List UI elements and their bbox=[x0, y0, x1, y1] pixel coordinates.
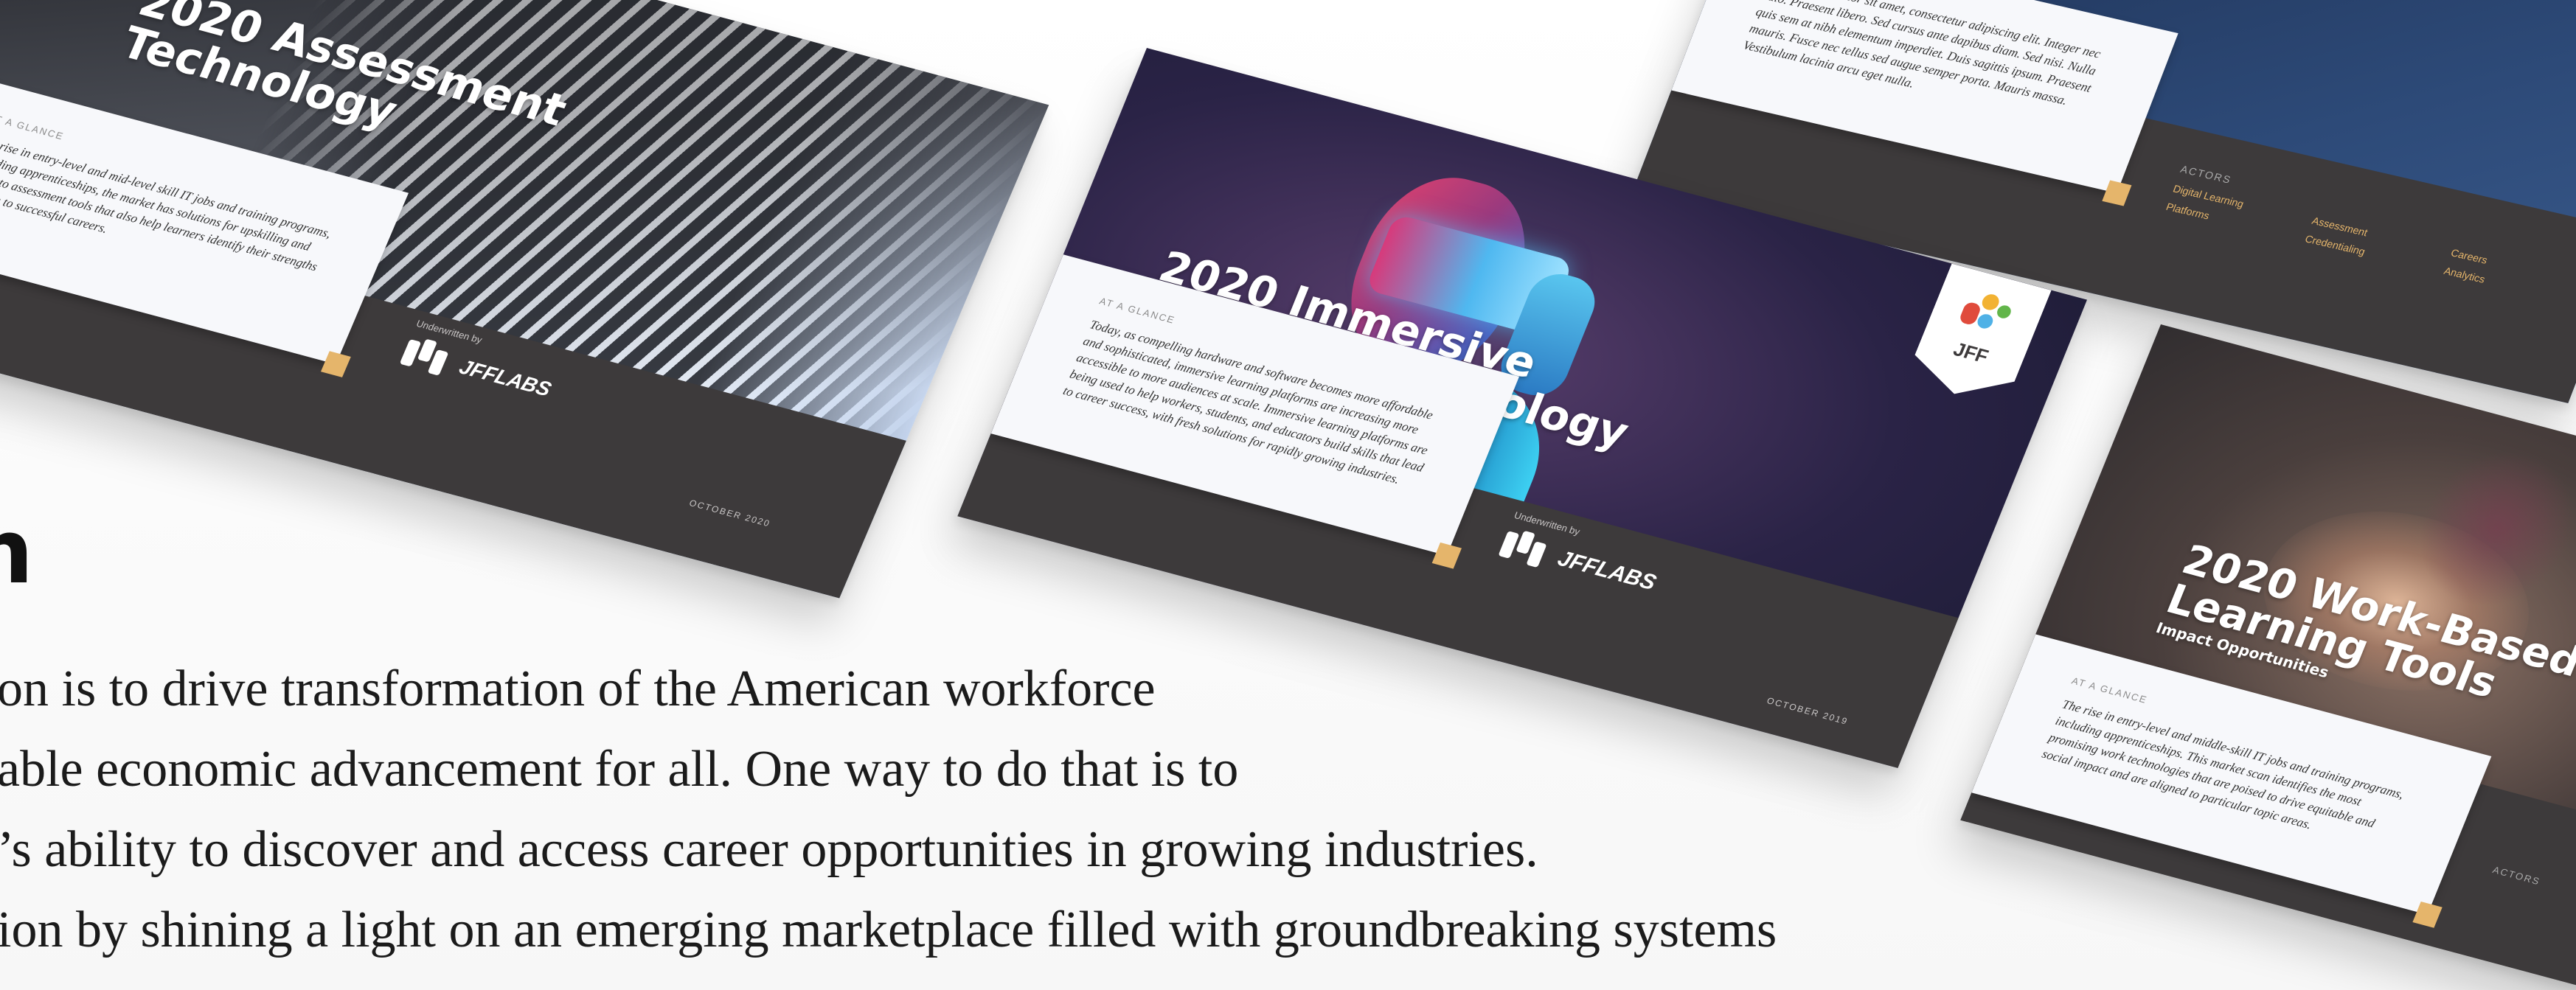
paragraph-line-2: able economic advancement for all. One w… bbox=[0, 741, 1239, 798]
section-heading: n bbox=[0, 501, 34, 604]
paragraph-line-4: ion by shining a light on an emerging ma… bbox=[0, 902, 1777, 958]
jff-badge: JFF bbox=[1904, 263, 2051, 407]
showcase-stage: 2020 Assessment Technology AT A GLANCE T… bbox=[0, 0, 2576, 990]
jff-badge-text: JFF bbox=[1950, 338, 1992, 368]
paragraph-line-1: on is to drive transformation of the Ame… bbox=[0, 660, 1156, 717]
assessment-report-card: 2020 Assessment Technology AT A GLANCE T… bbox=[0, 0, 1049, 599]
workbased-report-card: 2020 Work-Based Learning Tools Impact Op… bbox=[1960, 324, 2576, 990]
jff-dots-icon bbox=[1955, 289, 2017, 343]
topright-summary-text: Lorem ipsum dolor sit amet, consectetur … bbox=[1740, 0, 2103, 108]
paragraph-line-3: ’s ability to discover and access career… bbox=[0, 821, 1538, 878]
section-paragraph: on is to drive transformation of the Ame… bbox=[0, 649, 1777, 970]
immersive-summary-text: Today, as compelling hardware and softwa… bbox=[1060, 317, 1436, 487]
assessment-summary-label: AT A GLANCE bbox=[0, 111, 66, 142]
